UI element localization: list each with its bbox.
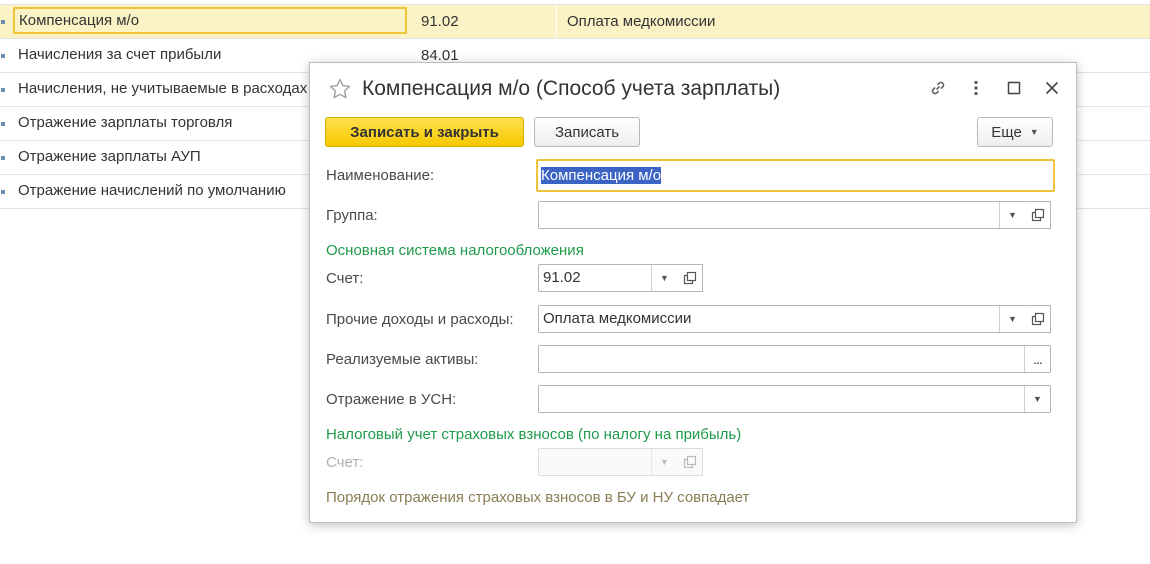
row-marker-icon [1,156,5,160]
star-icon[interactable] [328,77,352,101]
row-marker-icon [1,20,5,24]
row-marker-icon [1,88,5,92]
tax-account-label: Счет: [326,454,364,471]
link-icon[interactable] [927,77,949,99]
row-marker-icon [1,190,5,194]
other-income-expense-label: Прочие доходы и расходы: [326,311,514,328]
sold-assets-label: Реализуемые активы: [326,351,479,368]
open-form-icon [677,448,703,476]
row-expense: Оплата медкомиссии [567,13,716,30]
account-input[interactable]: 91.02 ▼ [538,264,678,292]
sold-assets-input[interactable]: ... [538,345,1051,373]
more-button-label: Еще [991,123,1022,141]
row-marker-icon [1,54,5,58]
open-form-icon[interactable] [1025,305,1051,333]
other-income-expense-value: Оплата медкомиссии [543,310,692,327]
dropdown-arrow-icon[interactable]: ▼ [651,265,677,291]
section-tax-insurance: Налоговый учет страховых взносов (по нал… [326,426,742,443]
usn-reflection-label: Отражение в УСН: [326,391,457,408]
ellipsis-icon[interactable]: ... [1024,346,1050,372]
save-and-close-button[interactable]: Записать и закрыть [325,117,524,147]
dropdown-arrow-icon: ▼ [651,449,677,475]
more-vertical-icon[interactable] [965,77,987,99]
more-button[interactable]: Еще ▼ [977,117,1053,147]
group-label: Группа: [326,207,378,224]
maximize-icon[interactable] [1003,77,1025,99]
open-form-icon[interactable] [1025,201,1051,229]
usn-reflection-input[interactable]: ▼ [538,385,1051,413]
close-icon[interactable] [1041,77,1063,99]
save-button[interactable]: Записать [534,117,640,147]
section-main-tax-system: Основная система налогообложения [326,242,584,259]
cell-divider [556,5,557,38]
dropdown-arrow-icon[interactable]: ▼ [999,202,1025,228]
account-input-value: 91.02 [543,269,581,286]
chevron-down-icon: ▼ [1029,127,1039,137]
dropdown-arrow-icon[interactable]: ▼ [1024,386,1050,412]
account-label: Счет: [326,270,364,287]
other-income-expense-input[interactable]: Оплата медкомиссии ▼ [538,305,1026,333]
dropdown-arrow-icon[interactable]: ▼ [999,306,1025,332]
name-label: Наименование: [326,167,435,184]
payroll-method-dialog: Компенсация м/о (Способ учета зарплаты) … [309,62,1077,523]
row-marker-icon [1,122,5,126]
group-input[interactable]: ▼ [538,201,1026,229]
list-row[interactable]: Компенсация м/о 91.02 Оплата медкомиссии [0,5,1150,39]
tax-account-input: ▼ [538,448,678,476]
row-account: 91.02 [421,13,459,30]
name-input-value: Компенсация м/о [541,167,662,184]
dialog-title: Компенсация м/о (Способ учета зарплаты) [362,77,781,100]
row-name[interactable]: Компенсация м/о [13,7,407,34]
open-form-icon[interactable] [677,264,703,292]
insurance-note: Порядок отражения страховых взносов в БУ… [326,489,750,506]
name-input[interactable]: Компенсация м/о [536,159,1055,192]
